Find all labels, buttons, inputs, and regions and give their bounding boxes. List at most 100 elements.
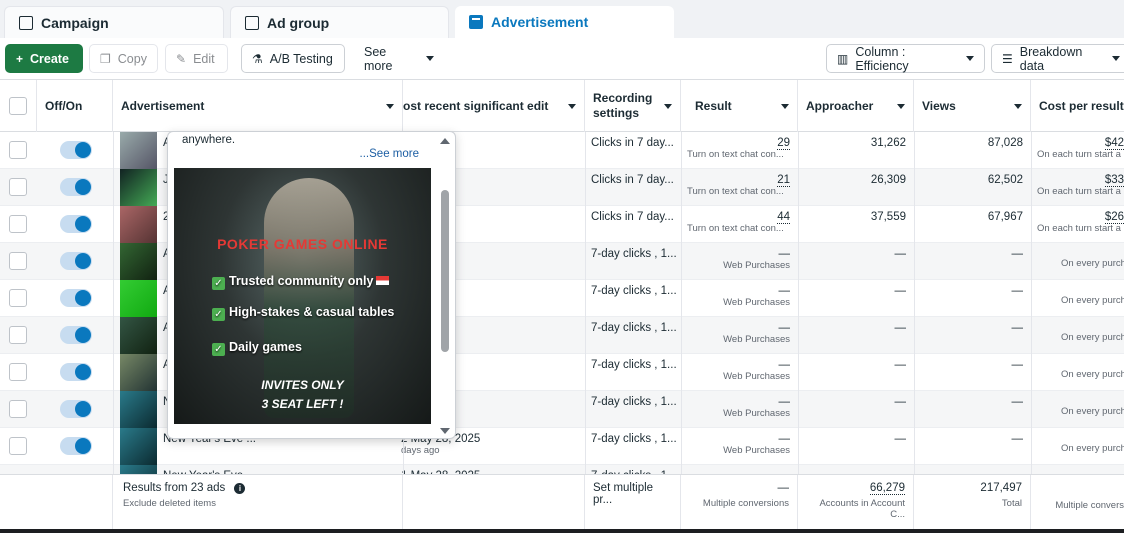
copy-button[interactable]: ❐ Copy [89,44,158,73]
ad-line-2: ✓ High-stakes & casual tables [212,305,394,321]
exclude-deleted-note: Exclude deleted items [123,498,216,509]
approacher-cell: — [894,359,907,371]
result-value[interactable]: — [779,396,791,408]
column-recording[interactable]: Recording settings [585,80,681,132]
tab-campaign[interactable]: Campaign [4,6,224,38]
views-cell: — [1011,433,1024,445]
column-cost[interactable]: Cost per result [1031,80,1124,132]
row-toggle[interactable] [60,178,92,196]
row-checkbox[interactable] [9,326,27,344]
result-total: — [777,482,790,494]
scroll-up-icon[interactable] [440,138,450,144]
flask-icon: ⚗ [252,51,263,66]
row-toggle[interactable] [60,215,92,233]
ad-preview-popup[interactable]: anywhere. ...See more POKER GAMES ONLINE… [167,131,456,439]
row-toggle[interactable] [60,400,92,418]
ad-thumbnail[interactable] [120,354,157,391]
row-checkbox[interactable] [9,215,27,233]
ad-thumbnail[interactable] [120,280,157,317]
columns-icon: ▥ [837,51,849,66]
ad-thumbnail[interactable] [120,317,157,354]
row-checkbox[interactable] [9,252,27,270]
row-toggle[interactable] [60,363,92,381]
column-result[interactable]: Result [681,80,798,132]
result-value[interactable]: — [779,433,791,445]
caret-down-icon[interactable] [1014,104,1022,109]
caret-down-icon[interactable] [568,104,576,109]
tab-ad-group[interactable]: Ad group [230,6,449,38]
caret-down-icon[interactable] [897,104,905,109]
column-approacher[interactable]: Approacher [798,80,914,132]
caret-down-icon[interactable] [664,104,672,109]
edit-button[interactable]: ✎ Edit [165,44,228,73]
column-off-on[interactable]: Off/On [37,80,113,132]
approacher-cell: 31,262 [870,137,906,149]
row-toggle[interactable] [60,141,92,159]
column-divider [798,132,799,474]
breakdown-dropdown[interactable]: ☰ Breakdown data [991,44,1124,73]
result-cell: — Web Purchases [681,391,798,428]
approacher-cell: — [894,322,907,334]
scroll-down-icon[interactable] [440,428,450,434]
see-more-link[interactable]: ...See more [360,148,419,160]
caret-down-icon[interactable] [386,104,394,109]
row-checkbox[interactable] [9,289,27,307]
result-cell: — Web Purchases [681,354,798,391]
row-toggle[interactable] [60,252,92,270]
ad-thumbnail[interactable] [120,391,157,428]
scroll-thumb[interactable] [441,190,449,352]
views-cell: 62,502 [987,174,1023,186]
ab-testing-button[interactable]: ⚗ A/B Testing [241,44,345,73]
toolbar: + Create ❐ Copy ✎ Edit ⚗ A/B Testing See… [0,38,1124,80]
plus-icon: + [16,51,24,66]
ad-name[interactable]: New Year's Eve [163,465,398,474]
row-toggle[interactable] [60,437,92,455]
views-cell: 87,028 [987,137,1023,149]
breakdown-icon: ☰ [1002,51,1013,66]
ad-thumbnail[interactable] [120,428,157,465]
caret-down-icon[interactable] [781,104,789,109]
info-icon[interactable]: i [234,483,246,494]
row-checkbox[interactable] [9,400,27,418]
ad-thumbnail[interactable] [120,243,157,280]
approacher-cell: — [894,396,907,408]
cost-cell: On every purch [1031,317,1124,354]
column-divider [914,132,915,474]
popup-scrollbar[interactable] [439,136,451,436]
result-value[interactable]: — [779,359,791,371]
copy-label: Copy [117,51,147,66]
footer-views: 217,497 Total [914,475,1031,530]
column-dropdown[interactable]: ▥ Column : Efficiency [826,44,985,73]
ad-thumbnail[interactable] [120,465,157,474]
ad-thumbnail[interactable] [120,206,157,243]
caret-down-icon [966,56,974,61]
approacher-cell: — [894,433,907,445]
ad-thumbnail[interactable] [120,132,157,169]
column-views[interactable]: Views [914,80,1031,132]
row-checkbox[interactable] [9,363,27,381]
column-advertisement[interactable]: Advertisement [113,80,403,132]
select-all-checkbox[interactable] [9,97,27,115]
column-recent-edit[interactable]: ost recent significant edit [403,80,585,132]
approacher-cell: 26,309 [870,174,906,186]
table-row[interactable]: New Year's Eve1 May 28, 20257-day clicks… [0,465,1124,474]
result-cell: — Web Purchases [681,317,798,354]
row-toggle[interactable] [60,326,92,344]
ad-thumbnail[interactable] [120,169,157,206]
row-checkbox[interactable] [9,178,27,196]
row-toggle[interactable] [60,289,92,307]
row-checkbox[interactable] [9,141,27,159]
result-value[interactable]: — [779,248,791,260]
footer-recent-edit [403,475,585,530]
check-icon: ✓ [212,343,225,356]
create-button[interactable]: + Create [5,44,83,73]
result-value[interactable]: — [779,322,791,334]
result-value[interactable]: — [779,285,791,297]
see-more-button[interactable]: See more [354,44,444,73]
row-checkbox[interactable] [9,437,27,455]
tab-advertisement[interactable]: Advertisement [455,6,674,38]
copy-icon: ❐ [100,51,111,66]
result-sub: Turn on text chat con... [687,223,784,234]
cost-sub: On every purch [1061,295,1124,306]
cost-cell [1031,465,1124,474]
